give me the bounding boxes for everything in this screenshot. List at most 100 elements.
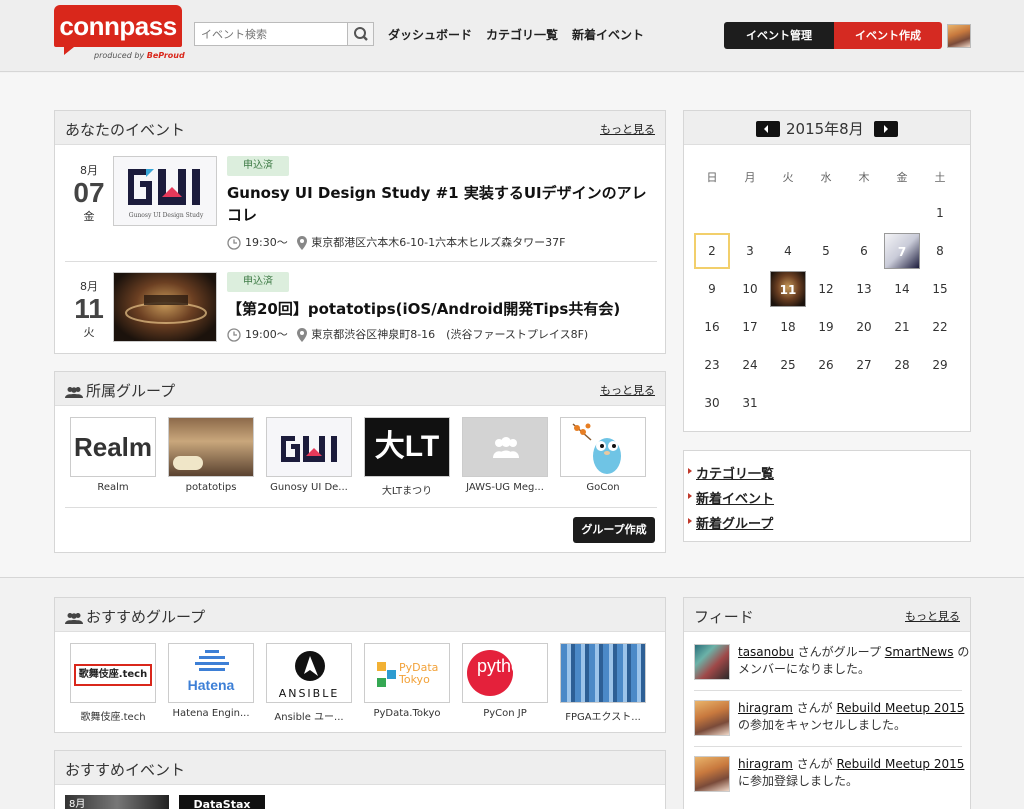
- calendar-day-11[interactable]: 11: [770, 271, 806, 307]
- calendar-day-6[interactable]: 6: [846, 233, 882, 269]
- calendar-day-10[interactable]: 10: [732, 271, 768, 307]
- calendar-day-14[interactable]: 14: [884, 271, 920, 307]
- avatar[interactable]: [694, 644, 730, 680]
- group-create-button[interactable]: グループ作成: [573, 517, 655, 543]
- my-events-more-link[interactable]: もっと見る: [600, 121, 655, 137]
- calendar-day-7[interactable]: 7: [884, 233, 920, 269]
- event-thumbnail[interactable]: [113, 272, 217, 342]
- calendar-day-23[interactable]: 23: [694, 347, 730, 383]
- feed-target-link[interactable]: SmartNews: [885, 645, 954, 659]
- gopher-icon: [572, 423, 621, 474]
- calendar-day-2[interactable]: 2: [694, 233, 730, 269]
- calendar-day-22[interactable]: 22: [922, 309, 958, 345]
- link-new-groups[interactable]: 新着グループ: [687, 513, 773, 532]
- avatar[interactable]: [694, 700, 730, 736]
- search-input[interactable]: [195, 23, 347, 45]
- connpass-logo[interactable]: connpass produced by BeProud: [54, 5, 185, 65]
- nav-dashboard[interactable]: ダッシュボード: [388, 26, 472, 43]
- group-logo: Hatena: [168, 643, 254, 703]
- nav-categories[interactable]: カテゴリ一覧: [486, 26, 558, 43]
- event-title[interactable]: Gunosy UI Design Study #1 実装するUIデザインのアレコ…: [227, 182, 657, 226]
- recommended-groups-panel: おすすめグループ 歌舞伎座.tech 歌舞伎座.tech Hatena Hate…: [54, 597, 666, 733]
- group-item-jaws-ug[interactable]: JAWS-UG Meg...: [461, 417, 549, 493]
- event-thumbnail[interactable]: Gunosy UI Design Study: [113, 156, 217, 226]
- recommended-event-thumbnail[interactable]: DataStax: [179, 795, 265, 809]
- calendar-day-8[interactable]: 8: [922, 233, 958, 269]
- divider: [65, 507, 657, 508]
- group-item-pydata[interactable]: PyData Tokyo PyData.Tokyo: [363, 643, 451, 719]
- feed-more-link[interactable]: もっと見る: [905, 608, 960, 624]
- link-categories[interactable]: カテゴリ一覧: [687, 463, 774, 482]
- event-item[interactable]: 8月 07 金 Gunosy UI Design Study 申込済 Gunos…: [65, 156, 657, 270]
- calendar-day-29[interactable]: 29: [922, 347, 958, 383]
- feed-user-link[interactable]: tasanobu: [738, 645, 794, 659]
- map-pin-icon: [297, 328, 308, 342]
- group-item-gocon[interactable]: GoCon: [559, 417, 647, 493]
- event-date: 8月 11 火: [65, 278, 113, 340]
- event-place: 東京都渋谷区神泉町8-16 (渋谷ファーストプレイス8F): [311, 328, 589, 341]
- feed-user-link[interactable]: hiragram: [738, 757, 793, 771]
- calendar-day-4[interactable]: 4: [770, 233, 806, 269]
- calendar-day-17[interactable]: 17: [732, 309, 768, 345]
- group-logo: [560, 643, 646, 703]
- event-create-button[interactable]: イベント作成: [834, 22, 942, 49]
- group-item-realm[interactable]: Realm Realm: [69, 417, 157, 493]
- calendar-day-31[interactable]: 31: [732, 385, 768, 421]
- calendar-day-18[interactable]: 18: [770, 309, 806, 345]
- calendar-day-30[interactable]: 30: [694, 385, 730, 421]
- search-button[interactable]: [347, 23, 373, 45]
- calendar-day-21[interactable]: 21: [884, 309, 920, 345]
- calendar-day-25[interactable]: 25: [770, 347, 806, 383]
- calendar-next-button[interactable]: [874, 121, 898, 137]
- group-item-fpga[interactable]: FPGAエクスト...: [559, 643, 647, 723]
- nav-new-events[interactable]: 新着イベント: [572, 26, 644, 43]
- feed-text: tasanobu さんがグループ SmartNews のメンバーになりました。: [738, 645, 970, 676]
- my-groups-more-link[interactable]: もっと見る: [600, 382, 655, 398]
- event-time: 19:30〜: [245, 236, 288, 249]
- group-name: JAWS-UG Meg...: [466, 482, 544, 493]
- event-month: 8月: [80, 280, 98, 293]
- calendar-day-19[interactable]: 19: [808, 309, 844, 345]
- group-item-ansible[interactable]: ANSIBLE Ansible ユー...: [265, 643, 353, 723]
- calendar-day-24[interactable]: 24: [732, 347, 768, 383]
- group-item-pycon[interactable]: python PyCon JP: [461, 643, 549, 719]
- user-avatar[interactable]: [947, 24, 971, 48]
- avatar[interactable]: [694, 756, 730, 792]
- group-icon: [65, 386, 83, 398]
- event-item[interactable]: 8月 11 火 申込済 【第20回】potatotips(iOS/Android…: [65, 272, 657, 386]
- calendar-day-5[interactable]: 5: [808, 233, 844, 269]
- calendar-day-3[interactable]: 3: [732, 233, 768, 269]
- event-title[interactable]: 【第20回】potatotips(iOS/Android開発Tips共有会): [227, 298, 657, 320]
- group-item-dai-lt[interactable]: 大LT 大LTまつり: [363, 417, 451, 497]
- link-new-events[interactable]: 新着イベント: [687, 488, 774, 507]
- divider: [65, 261, 657, 262]
- recommended-event-thumbnail[interactable]: 8月: [65, 795, 169, 809]
- calendar-day-9[interactable]: 9: [694, 271, 730, 307]
- group-item-hatena[interactable]: Hatena Hatena Engin...: [167, 643, 255, 719]
- group-name: FPGAエクスト...: [565, 712, 641, 723]
- calendar-day-1[interactable]: 1: [922, 195, 958, 231]
- calendar-day-28[interactable]: 28: [884, 347, 920, 383]
- calendar-day-20[interactable]: 20: [846, 309, 882, 345]
- side-links-panel: カテゴリ一覧 新着イベント 新着グループ: [683, 450, 971, 542]
- feed-user-link[interactable]: hiragram: [738, 701, 793, 715]
- group-item-kabukiza[interactable]: 歌舞伎座.tech 歌舞伎座.tech: [69, 643, 157, 723]
- event-manage-button[interactable]: イベント管理: [724, 22, 834, 49]
- feed-target-link[interactable]: Rebuild Meetup 2015: [836, 757, 964, 771]
- group-item-potatotips[interactable]: potatotips: [167, 417, 255, 493]
- clock-icon: [227, 236, 241, 250]
- calendar-day-27[interactable]: 27: [846, 347, 882, 383]
- applied-badge: 申込済: [227, 156, 289, 176]
- calendar-prev-button[interactable]: [756, 121, 780, 137]
- logo-subtitle: produced by BeProud: [94, 51, 185, 60]
- calendar-weekday: 金: [896, 171, 908, 184]
- calendar-weekday: 木: [858, 171, 870, 184]
- calendar-day-26[interactable]: 26: [808, 347, 844, 383]
- group-logo: ANSIBLE: [266, 643, 352, 703]
- calendar-day-12[interactable]: 12: [808, 271, 844, 307]
- calendar-day-13[interactable]: 13: [846, 271, 882, 307]
- calendar-day-15[interactable]: 15: [922, 271, 958, 307]
- calendar-day-16[interactable]: 16: [694, 309, 730, 345]
- group-item-gunosy[interactable]: Gunosy UI De...: [265, 417, 353, 493]
- feed-target-link[interactable]: Rebuild Meetup 2015: [836, 701, 964, 715]
